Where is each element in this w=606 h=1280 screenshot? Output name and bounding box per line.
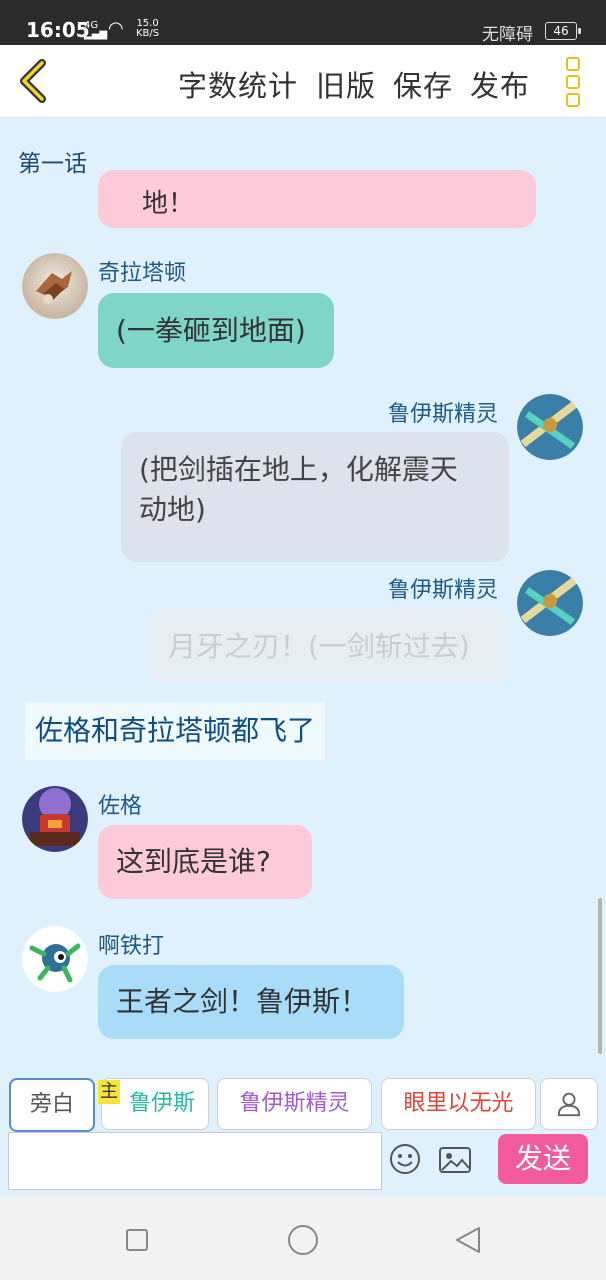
- speaker-name: 奇拉塔顿: [98, 261, 187, 286]
- message-bubble[interactable]: 这到底是谁?: [98, 825, 312, 899]
- back-arrow-icon[interactable]: [16, 57, 56, 105]
- message-bubble[interactable]: (把剑插在地上，化解震天 动地): [121, 432, 509, 562]
- message-input[interactable]: [8, 1132, 382, 1190]
- accessibility-label: 无障碍: [482, 25, 533, 45]
- role-label: 旁白: [29, 1092, 74, 1117]
- battery-icon: 46: [545, 22, 581, 40]
- navigation-bar: [0, 1196, 606, 1280]
- person-icon: [557, 1092, 581, 1117]
- avatar-luyisi-spirit[interactable]: [517, 570, 583, 636]
- role-narrator-button[interactable]: 旁白: [9, 1078, 95, 1132]
- home-icon[interactable]: [287, 1224, 319, 1256]
- avatar-luyisi-spirit[interactable]: [517, 394, 583, 460]
- message-line: (把剑插在地上，化解震天: [139, 453, 458, 486]
- message-bubble[interactable]: 王者之剑！鲁伊斯！: [98, 965, 404, 1039]
- signal-icon: 4G ▂▄▆: [84, 20, 108, 40]
- back-nav-icon[interactable]: [454, 1225, 482, 1255]
- role-luyisi-spirit-button[interactable]: 鲁伊斯精灵: [217, 1078, 372, 1130]
- old-version-button[interactable]: 旧版: [316, 63, 376, 105]
- publish-button[interactable]: 发布: [470, 63, 530, 105]
- avatar-atieda[interactable]: [22, 926, 88, 992]
- top-bar: 字数统计 旧版 保存 发布: [0, 45, 606, 118]
- master-role-badge: 主: [98, 1080, 120, 1104]
- clock: 16:05: [26, 18, 90, 42]
- speaker-name: 鲁伊斯精灵: [388, 578, 499, 603]
- word-count-button[interactable]: 字数统计: [178, 63, 298, 105]
- message-bubble[interactable]: (一拳砸到地面): [98, 293, 334, 368]
- chapter-title: 第一话: [18, 151, 87, 177]
- more-menu-icon[interactable]: [562, 57, 584, 109]
- emoji-icon[interactable]: [388, 1142, 422, 1176]
- speaker-name: 鲁伊斯精灵: [388, 402, 499, 427]
- speaker-name: 啊铁打: [98, 934, 165, 959]
- network-speed: 15.0 KB/S: [136, 19, 159, 39]
- message-bubble-partial[interactable]: 地！: [98, 170, 536, 228]
- role-label: 鲁伊斯精灵: [239, 1091, 350, 1116]
- save-button[interactable]: 保存: [393, 63, 453, 105]
- recents-icon[interactable]: [125, 1228, 149, 1252]
- role-yanli-button[interactable]: 眼里以无光: [381, 1078, 536, 1130]
- narration-text[interactable]: 佐格和奇拉塔顿都飞了: [25, 702, 326, 760]
- message-text: 地！: [142, 189, 195, 219]
- input-bar: 旁白 鲁伊斯 主 鲁伊斯精灵 眼里以无光 发送: [0, 1056, 606, 1196]
- avatar-qilatadun[interactable]: [22, 253, 88, 319]
- message-line: 动地): [139, 493, 206, 526]
- wifi-icon: ◠: [108, 18, 124, 39]
- status-bar: 16:05 4G ▂▄▆ ◠ 15.0 KB/S 无障碍 46: [0, 0, 606, 45]
- add-role-button[interactable]: [540, 1078, 598, 1130]
- avatar-zuoge[interactable]: [22, 786, 88, 852]
- role-label: 眼里以无光: [403, 1091, 514, 1116]
- speaker-name: 佐格: [98, 794, 143, 819]
- network-type: 4G: [84, 20, 99, 31]
- send-button[interactable]: 发送: [498, 1134, 588, 1184]
- image-icon[interactable]: [438, 1146, 472, 1174]
- scrollbar[interactable]: [598, 898, 602, 1054]
- chat-area[interactable]: 第一话 地！ 奇拉塔顿 (一拳砸到地面) 鲁伊斯精灵 (把剑插在地上，化解震天 …: [0, 118, 606, 1056]
- message-bubble-faded[interactable]: 月牙之刃！(一剑斩过去): [150, 610, 508, 684]
- speed-unit: KB/S: [136, 28, 160, 39]
- role-label: 鲁伊斯: [128, 1091, 195, 1116]
